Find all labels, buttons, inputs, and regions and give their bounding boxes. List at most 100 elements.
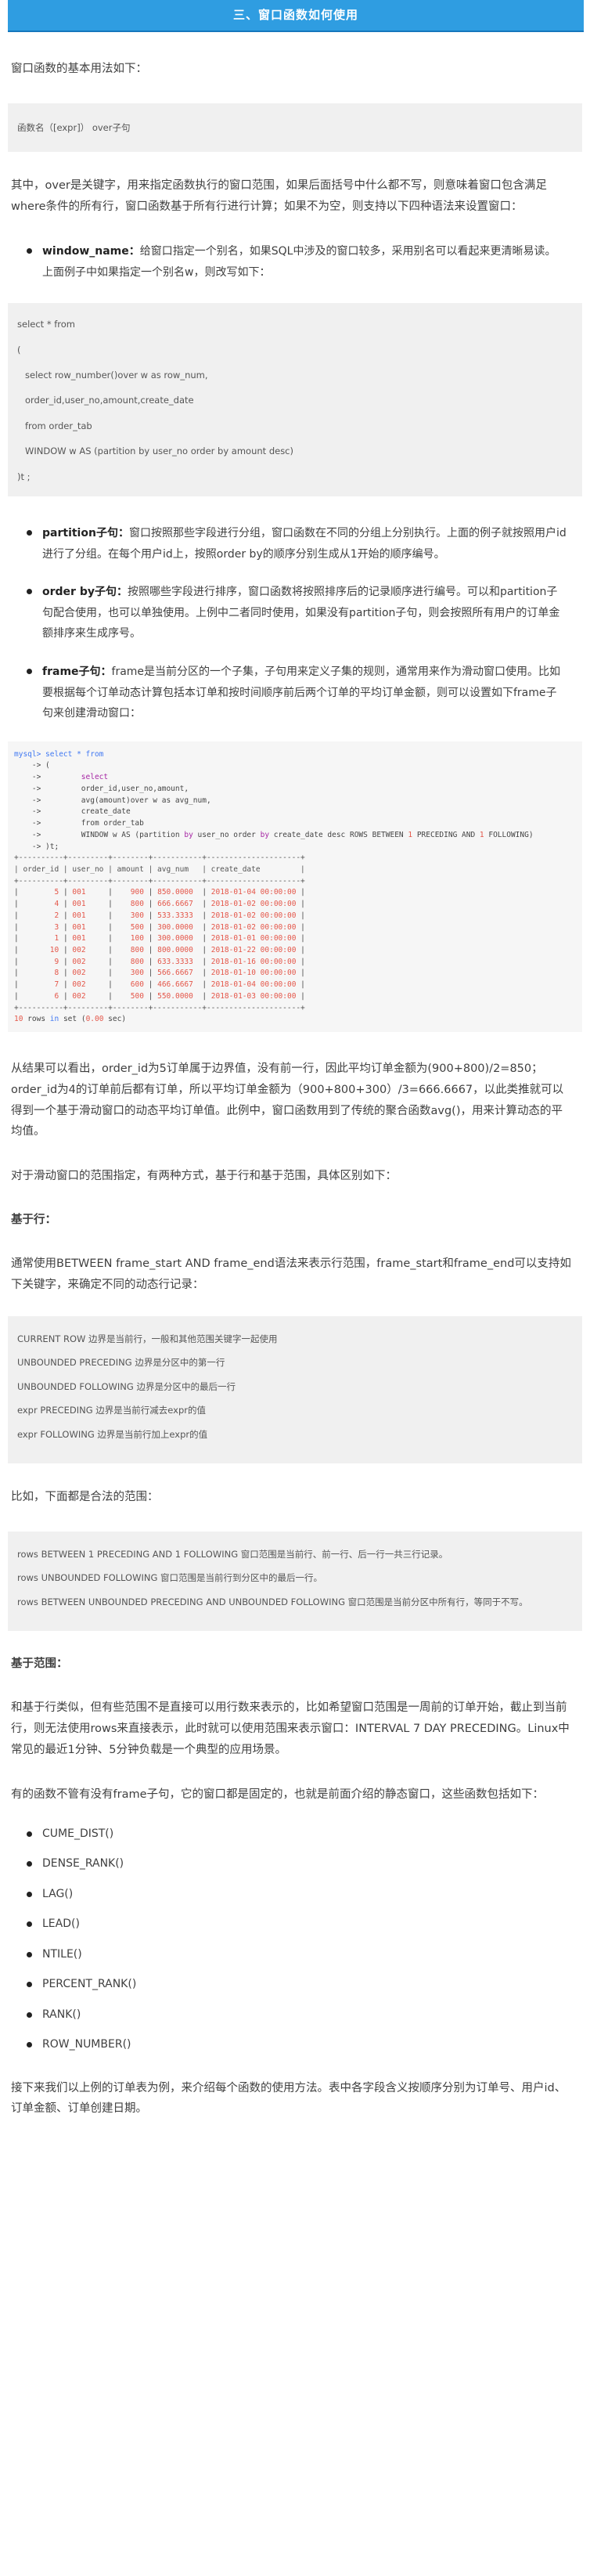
bullet-term: order by子句： bbox=[42, 586, 128, 599]
cell-separator: | bbox=[197, 922, 211, 932]
cell-separator: | bbox=[59, 900, 73, 909]
cell-separator: | bbox=[103, 969, 117, 978]
cell-separator: | bbox=[197, 888, 211, 897]
cell-separator: | bbox=[197, 945, 211, 954]
result-cell: 9 bbox=[23, 957, 59, 966]
cell-separator: | bbox=[197, 957, 211, 966]
cell-separator: | bbox=[300, 980, 305, 990]
bullet-term: window_name： bbox=[42, 245, 140, 258]
result-cell: 900 bbox=[117, 888, 144, 897]
result-cell: 001 bbox=[72, 911, 104, 920]
bullet-dot bbox=[27, 1921, 32, 1928]
terminal-line: -> avg(amount)over w as avg_num, bbox=[14, 796, 211, 805]
bullet-dot bbox=[27, 248, 32, 254]
cell-separator: | bbox=[143, 991, 158, 1001]
bullet-dot bbox=[27, 589, 32, 595]
function-name: LAG() bbox=[42, 1887, 74, 1900]
closing-paragraph: 接下来我们以上例的订单表为例，来介绍每个函数的使用方法。表中各字段含义按顺序分别… bbox=[11, 2081, 567, 2116]
cell-separator: | bbox=[14, 900, 23, 909]
cell-separator: | bbox=[300, 888, 305, 897]
cell-separator: | bbox=[300, 957, 305, 966]
result-cell: 500 bbox=[117, 991, 144, 1001]
cell-separator: | bbox=[59, 934, 73, 943]
cell-separator: | bbox=[143, 957, 158, 966]
cell-separator: | bbox=[103, 945, 117, 954]
result-cell: 800.0000 bbox=[157, 945, 198, 954]
cell-separator: | bbox=[143, 888, 158, 897]
bullet-window-name: window_name：给窗口指定一个别名，如果SQL中涉及的窗口较多，采用别名… bbox=[8, 241, 582, 283]
code-line: WINDOW w AS (partition by user_no order … bbox=[25, 446, 293, 457]
result-cell: 001 bbox=[72, 934, 104, 943]
result-cell: 7 bbox=[23, 980, 59, 990]
terminal-line: -> create_date bbox=[14, 807, 131, 817]
result-row: | 7 | 002 | 600 | 466.6667 | 2018-01-04 … bbox=[14, 980, 305, 989]
code-line: select * from bbox=[17, 319, 75, 330]
result-cell: 8 bbox=[23, 969, 59, 978]
cell-separator: | bbox=[143, 900, 158, 909]
result-cell: 001 bbox=[72, 888, 104, 897]
syntax-code-block: 函数名（[expr]） over子句 bbox=[8, 103, 582, 153]
result-cell: 2018-01-03 00:00:00 bbox=[210, 991, 297, 1001]
cell-separator: | bbox=[300, 900, 305, 909]
result-cell: 666.6667 bbox=[157, 900, 198, 909]
keyword-line: expr PRECEDING 边界是当前行减去expr的值 bbox=[17, 1405, 206, 1416]
cell-separator: | bbox=[300, 945, 305, 954]
cell-separator: | bbox=[197, 934, 211, 943]
result-cell: 002 bbox=[72, 957, 104, 966]
keyword: by bbox=[260, 830, 270, 839]
result-cell: 2018-01-16 00:00:00 bbox=[210, 957, 297, 966]
cell-separator: | bbox=[59, 888, 73, 897]
cell-separator: | bbox=[14, 888, 23, 897]
result-cell: 001 bbox=[72, 922, 104, 932]
code-line: ( bbox=[17, 344, 21, 355]
static-window-paragraph: 有的函数不管有没有frame子句，它的窗口都是固定的，也就是前面介绍的静态窗口，… bbox=[11, 1788, 544, 1801]
cell-separator: | bbox=[103, 991, 117, 1001]
syntax-code-line: 函数名（[expr]） over子句 bbox=[17, 122, 131, 134]
cell-separator: | bbox=[143, 969, 158, 978]
cell-separator: | bbox=[197, 980, 211, 990]
result-row: | 6 | 002 | 500 | 550.0000 | 2018-01-03 … bbox=[14, 992, 305, 1001]
result-cell: 5 bbox=[23, 888, 59, 897]
function-name: DENSE_RANK() bbox=[42, 1857, 124, 1871]
cell-separator: | bbox=[143, 922, 158, 932]
keyword-line: UNBOUNDED PRECEDING 边界是分区中的第一行 bbox=[17, 1357, 225, 1369]
code-line: select row_number()over w as row_num, bbox=[25, 370, 208, 381]
function-item: LEAD() bbox=[8, 1914, 582, 1934]
range-explanation-paragraph: 和基于行类似，但有些范围不是直接可以用行数来表示的，比如希望窗口范围是一周前的订… bbox=[11, 1701, 570, 1756]
cell-separator: | bbox=[103, 911, 117, 920]
window-clause-list: window_name：给窗口指定一个别名，如果SQL中涉及的窗口较多，采用别名… bbox=[8, 241, 582, 283]
function-list: CUME_DIST() DENSE_RANK() LAG() LEAD() NT… bbox=[8, 1824, 582, 2055]
terminal-line: -> order_id,user_no,amount, bbox=[14, 784, 189, 793]
result-rows: | 5 | 001 | 900 | 850.0000 | 2018-01-04 … bbox=[14, 888, 305, 1000]
result-row: | 4 | 001 | 800 | 666.6667 | 2018-01-02 … bbox=[14, 900, 305, 908]
cell-separator: | bbox=[103, 888, 117, 897]
cell-separator: | bbox=[197, 900, 211, 909]
result-cell: 300.0000 bbox=[157, 922, 198, 932]
terminal-text: PRECEDING AND bbox=[412, 830, 480, 839]
result-row: | 9 | 002 | 800 | 633.3333 | 2018-01-16 … bbox=[14, 958, 305, 966]
terminal-line: -> bbox=[14, 773, 81, 782]
result-cell: 4 bbox=[23, 900, 59, 909]
result-row: | 5 | 001 | 900 | 850.0000 | 2018-01-04 … bbox=[14, 888, 305, 897]
rows-explanation-paragraph: 通常使用BETWEEN frame_start AND frame_end语法来… bbox=[11, 1257, 571, 1292]
result-explanation-paragraph: 从结果可以看出，order_id为5订单属于边界值，没有前一行，因此平均订单金额… bbox=[11, 1063, 564, 1138]
result-cell: 10 bbox=[23, 945, 59, 954]
bullet-dot bbox=[27, 530, 32, 536]
result-cell: 2018-01-04 00:00:00 bbox=[210, 980, 297, 990]
keyword: by bbox=[184, 830, 193, 839]
terminal-text: sec) bbox=[103, 1015, 127, 1024]
cell-separator: | bbox=[59, 991, 73, 1001]
result-cell: 6 bbox=[23, 991, 59, 1001]
range-heading: 基于范围： bbox=[11, 1658, 68, 1670]
result-cell: 2018-01-10 00:00:00 bbox=[210, 969, 297, 978]
function-item: RANK() bbox=[8, 2005, 582, 2025]
terminal-text: FOLLOWING) bbox=[484, 830, 534, 839]
terminal-line: -> )t; bbox=[14, 842, 59, 851]
cell-separator: | bbox=[300, 991, 305, 1001]
cell-separator: | bbox=[14, 945, 23, 954]
result-row: | 10 | 002 | 800 | 800.0000 | 2018-01-22… bbox=[14, 946, 305, 954]
cell-separator: | bbox=[59, 980, 73, 990]
function-name: LEAD() bbox=[42, 1918, 80, 1931]
result-cell: 600 bbox=[117, 980, 144, 990]
range-line: rows BETWEEN 1 PRECEDING AND 1 FOLLOWING… bbox=[17, 1548, 448, 1560]
